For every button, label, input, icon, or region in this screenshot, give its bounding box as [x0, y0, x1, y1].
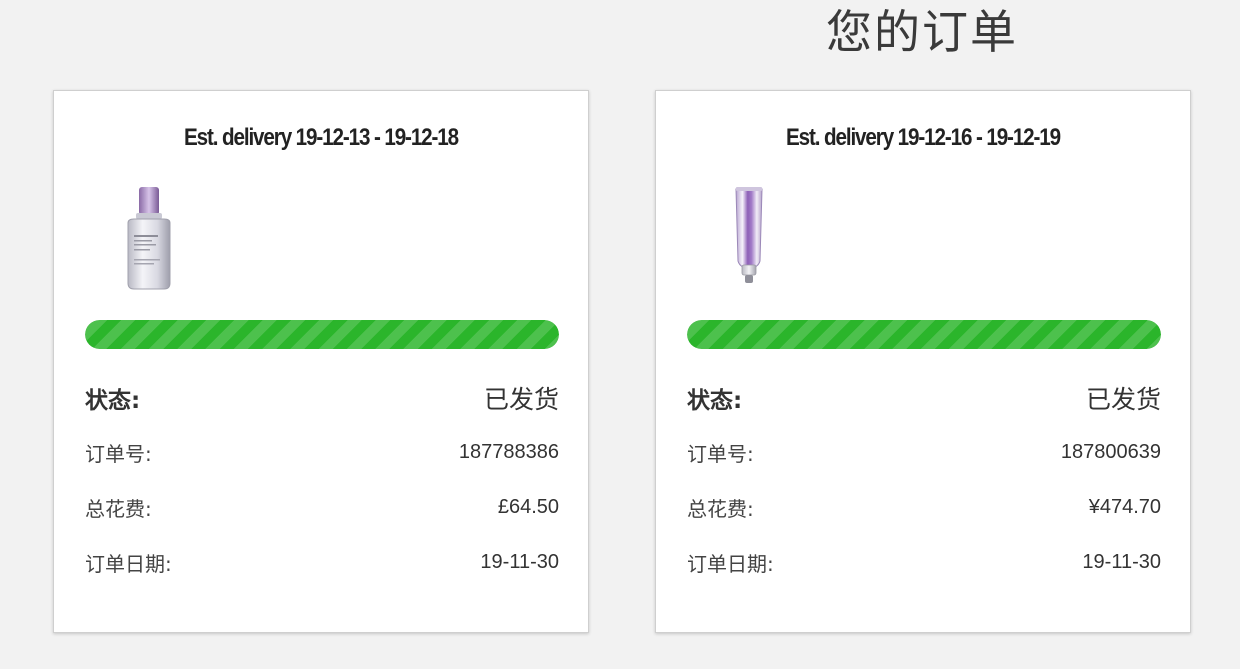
- shipping-progress-fill: [85, 320, 559, 349]
- order-number-label: 订单号:: [85, 441, 152, 466]
- status-row: 状态: 已发货: [687, 381, 1161, 415]
- delivery-estimate: Est. delivery 19-12-13 - 19-12-18: [183, 124, 459, 151]
- order-card[interactable]: Est. delivery 19-12-16 - 19-12-19 状态: 已发…: [655, 90, 1191, 633]
- shipping-progress-bar: [85, 320, 559, 349]
- status-label: 状态:: [687, 388, 743, 414]
- order-date-row: 订单日期: 19-11-30: [687, 547, 1161, 577]
- status-row: 状态: 已发货: [85, 381, 559, 415]
- total-cost-label: 总花费:: [687, 496, 754, 521]
- order-date-value: 19-11-30: [480, 550, 559, 573]
- shipping-progress-fill: [687, 320, 1161, 349]
- order-number-label: 订单号:: [687, 441, 754, 466]
- status-label: 状态:: [85, 388, 141, 414]
- total-cost-row: 总花费: ¥474.70: [687, 492, 1161, 522]
- total-cost-row: 总花费: £64.50: [85, 492, 559, 522]
- total-cost-value: £64.50: [497, 495, 559, 518]
- order-card[interactable]: Est. delivery 19-12-13 - 19-12-18 状态: 已发…: [53, 90, 589, 633]
- order-date-row: 订单日期: 19-11-30: [85, 547, 559, 577]
- order-number-row: 订单号: 187788386: [85, 437, 559, 467]
- order-date-value: 19-11-30: [1082, 550, 1161, 573]
- total-cost-value: ¥474.70: [1088, 495, 1161, 518]
- cream-tube-icon[interactable]: [694, 183, 784, 293]
- status-value: 已发货: [483, 385, 559, 414]
- page-title: 您的订单: [826, 5, 1018, 59]
- serum-bottle-icon[interactable]: [106, 183, 196, 293]
- status-value: 已发货: [1085, 385, 1161, 414]
- order-date-label: 订单日期:: [85, 551, 172, 576]
- delivery-estimate: Est. delivery 19-12-16 - 19-12-19: [785, 124, 1061, 151]
- shipping-progress-bar: [687, 320, 1161, 349]
- total-cost-label: 总花费:: [85, 496, 152, 521]
- order-number-value: 187800639: [1060, 440, 1161, 463]
- order-number-row: 订单号: 187800639: [687, 437, 1161, 467]
- order-date-label: 订单日期:: [687, 551, 774, 576]
- order-number-value: 187788386: [458, 440, 559, 463]
